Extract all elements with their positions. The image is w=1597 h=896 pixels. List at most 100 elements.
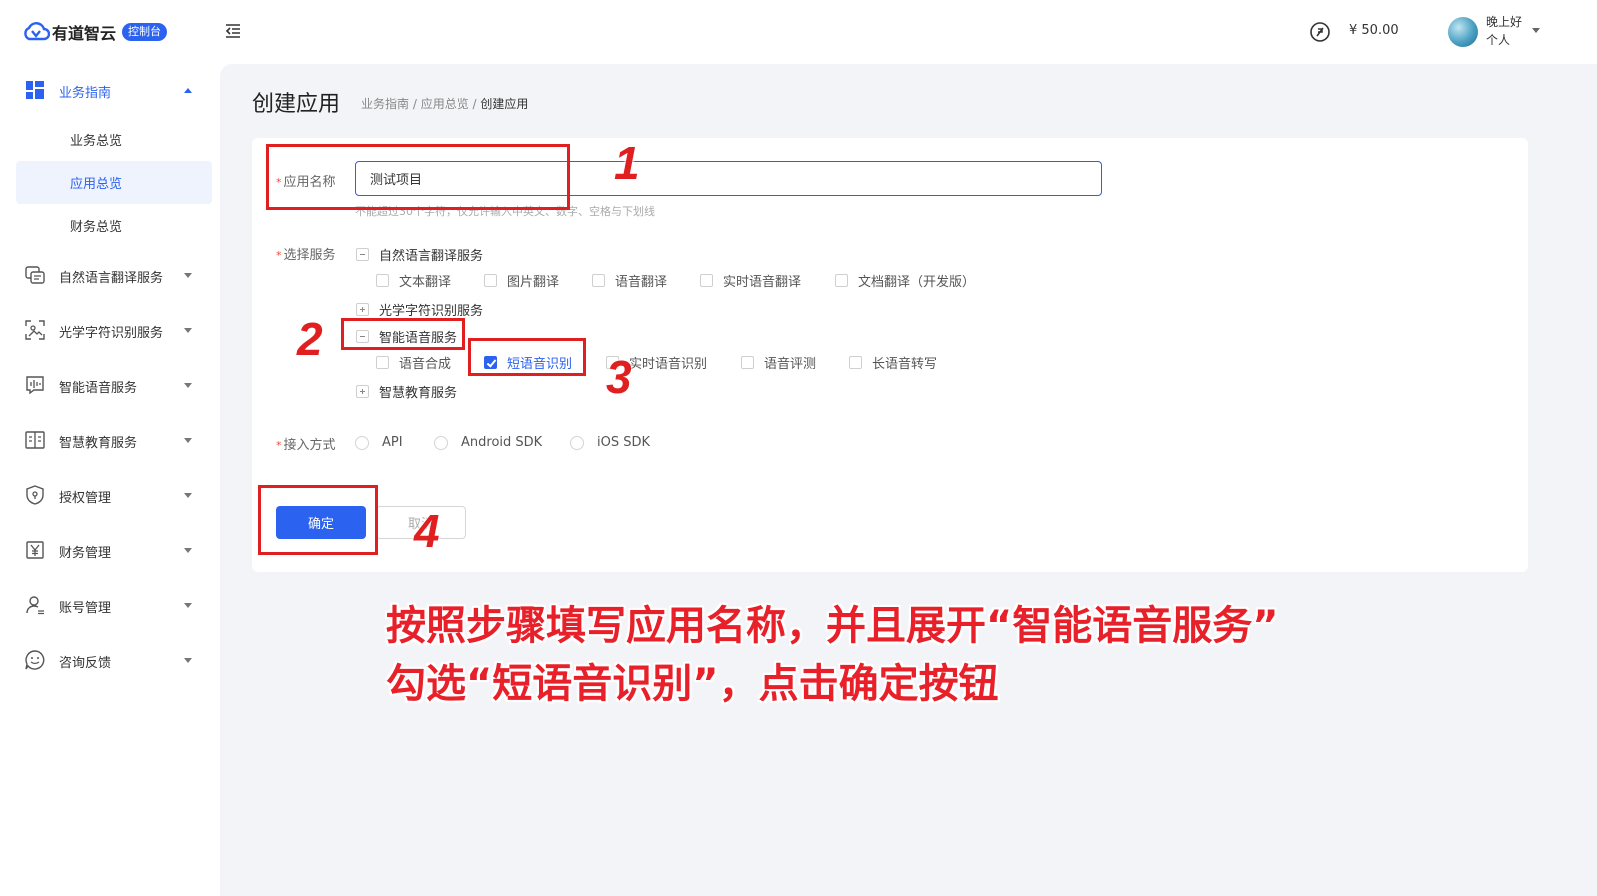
required-mark: * xyxy=(276,249,282,262)
yen-icon xyxy=(26,541,44,559)
sidebar-item-label: 智慧教育服务 xyxy=(59,435,138,451)
checkbox[interactable] xyxy=(376,274,389,287)
avatar[interactable] xyxy=(1448,17,1478,47)
sidebar-item-label: 光学字符识别服务 xyxy=(59,325,164,341)
breadcrumb-separator: / xyxy=(409,97,421,111)
sidebar-item-education[interactable]: 智慧教育服务 xyxy=(16,419,212,463)
chevron-down-icon[interactable] xyxy=(1532,28,1540,33)
sidebar-subitem-business-overview[interactable]: 业务总览 xyxy=(16,118,212,161)
logo-text: 有道智云 xyxy=(52,24,117,43)
option-image-translation[interactable]: 图片翻译 xyxy=(484,271,559,290)
chevron-down-icon xyxy=(184,548,192,553)
account-type: 个人 xyxy=(1486,33,1511,47)
education-book-icon xyxy=(25,431,45,449)
shield-icon xyxy=(26,485,44,505)
sidebar-item-ocr[interactable]: 光学字符识别服务 xyxy=(16,309,212,353)
greeting-text: 晚上好 xyxy=(1486,15,1523,29)
checkbox[interactable] xyxy=(592,274,605,287)
user-icon xyxy=(26,596,44,615)
sidebar-subitem-label: 财务总览 xyxy=(70,220,123,235)
annotation-step3: 3 xyxy=(606,351,632,403)
checkbox[interactable] xyxy=(700,274,713,287)
chevron-down-icon xyxy=(184,438,192,443)
account-info[interactable]: 晚上好 个人 xyxy=(1486,13,1522,49)
top-header: 有道智云 控制台 ¥ 50.00 晚上好 个人 xyxy=(0,0,1597,64)
service-group-translation[interactable]: 自然语言翻译服务 xyxy=(356,245,483,264)
collapse-toggle-icon[interactable] xyxy=(356,248,369,261)
option-speech-synthesis[interactable]: 语音合成 xyxy=(376,353,451,372)
page-title: 创建应用 xyxy=(252,92,341,117)
sidebar-item-authorization[interactable]: 授权管理 xyxy=(16,474,212,518)
annotation-step1: 1 xyxy=(614,137,640,189)
annotation-box-step1 xyxy=(266,144,570,210)
sidebar-item-translation[interactable]: 自然语言翻译服务 xyxy=(16,254,212,298)
breadcrumb-link-app-overview[interactable]: 应用总览 xyxy=(421,97,469,111)
sidebar-item-label: 咨询反馈 xyxy=(59,655,112,671)
service-label: * 选择服务 xyxy=(276,248,336,263)
option-text-translation[interactable]: 文本翻译 xyxy=(376,271,451,290)
sidebar-item-label: 授权管理 xyxy=(59,490,112,506)
radio-circle[interactable] xyxy=(355,435,369,450)
annotation-box-step3 xyxy=(468,338,586,376)
chevron-down-icon xyxy=(184,328,192,333)
sidebar-item-label: 智能语音服务 xyxy=(59,380,138,396)
chevron-down-icon xyxy=(184,603,192,608)
option-long-speech-transcription[interactable]: 长语音转写 xyxy=(849,353,937,372)
chevron-up-icon xyxy=(184,88,192,93)
required-mark: * xyxy=(276,439,282,452)
breadcrumb-link-guide[interactable]: 业务指南 xyxy=(361,97,409,111)
service-group-ocr[interactable]: 光学字符识别服务 xyxy=(356,300,483,319)
account-balance: ¥ 50.00 xyxy=(1349,23,1399,38)
cloud-logo-icon xyxy=(24,22,50,41)
chevron-down-icon xyxy=(184,273,192,278)
checkbox[interactable] xyxy=(835,274,848,287)
annotation-step2: 2 xyxy=(297,313,323,365)
sidebar-item-voice[interactable]: 智能语音服务 xyxy=(16,364,212,408)
console-badge: 控制台 xyxy=(122,23,168,41)
coin-icon[interactable] xyxy=(1309,21,1331,43)
sidebar-subitem-finance-overview[interactable]: 财务总览 xyxy=(16,204,212,247)
annotation-caption-line1: 按照步骤填写应用名称，并且展开“智能语音服务” xyxy=(386,603,1279,649)
sidebar-subitem-label: 应用总览 xyxy=(70,177,123,192)
option-document-translation[interactable]: 文档翻译（开发版） xyxy=(835,271,975,290)
sidebar-item-feedback[interactable]: 咨询反馈 xyxy=(16,639,212,683)
expand-toggle-icon[interactable] xyxy=(356,303,369,316)
annotation-caption-line2: 勾选“短语音识别”，点击确定按钮 xyxy=(386,661,999,707)
option-speech-translation[interactable]: 语音翻译 xyxy=(592,271,667,290)
service-group-education[interactable]: 智慧教育服务 xyxy=(356,382,457,401)
radio-android-sdk[interactable]: Android SDK xyxy=(434,435,542,450)
voice-wave-icon xyxy=(26,376,44,395)
translate-icon xyxy=(25,266,45,284)
chevron-down-icon xyxy=(184,383,192,388)
ocr-scan-icon xyxy=(25,320,45,340)
sidebar-item-account[interactable]: 账号管理 xyxy=(16,584,212,628)
chevron-down-icon xyxy=(184,658,192,663)
radio-circle[interactable] xyxy=(570,435,584,450)
checkbox[interactable] xyxy=(741,356,754,369)
smile-chat-icon xyxy=(25,650,45,670)
sidebar-subitem-label: 业务总览 xyxy=(70,134,123,149)
sidebar-item-finance[interactable]: 财务管理 xyxy=(16,529,212,573)
dashboard-grid-icon xyxy=(26,81,44,99)
annotation-step4: 4 xyxy=(414,505,440,557)
breadcrumb-separator: / xyxy=(468,97,481,111)
sidebar-item-label: 账号管理 xyxy=(59,600,112,616)
checkbox[interactable] xyxy=(484,274,497,287)
breadcrumb-current: 创建应用 xyxy=(480,97,529,111)
radio-api[interactable]: API xyxy=(355,435,403,450)
radio-circle[interactable] xyxy=(434,435,448,450)
checkbox[interactable] xyxy=(376,356,389,369)
radio-ios-sdk[interactable]: iOS SDK xyxy=(570,435,650,450)
option-speech-evaluation[interactable]: 语音评测 xyxy=(741,353,816,372)
expand-toggle-icon[interactable] xyxy=(356,385,369,398)
logo[interactable]: 有道智云 控制台 xyxy=(22,20,168,44)
option-realtime-speech-translation[interactable]: 实时语音翻译 xyxy=(700,271,801,290)
access-method-label: * 接入方式 xyxy=(276,438,336,453)
annotation-box-step2 xyxy=(341,318,465,350)
sidebar-item-guide[interactable]: 业务指南 xyxy=(16,69,212,113)
sidebar-subitem-app-overview[interactable]: 应用总览 xyxy=(16,161,212,204)
sidebar-item-label: 自然语言翻译服务 xyxy=(59,270,164,286)
annotation-box-step4 xyxy=(258,485,378,555)
menu-collapse-icon[interactable] xyxy=(224,22,242,40)
checkbox[interactable] xyxy=(849,356,862,369)
